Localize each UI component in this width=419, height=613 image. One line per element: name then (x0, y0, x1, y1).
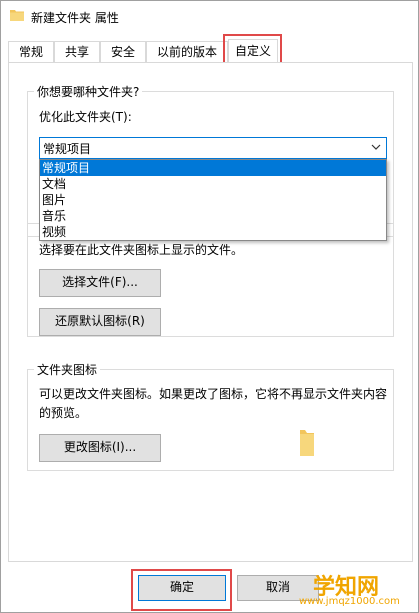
dropdown-option-documents[interactable]: 文档 (40, 176, 386, 192)
folder-icon (10, 10, 24, 21)
tab-sharing[interactable]: 共享 (54, 41, 100, 62)
folder-picture-description: 选择要在此文件夹图标上显示的文件。 (39, 243, 244, 257)
tab-previous-versions[interactable]: 以前的版本 (146, 41, 228, 62)
folder-icon-group-title: 文件夹图标 (34, 361, 101, 378)
folder-type-dropdown: 常规项目 文档 图片 音乐 视频 (39, 159, 387, 241)
folder-type-group-title: 你想要哪种文件夹? (34, 83, 143, 100)
dropdown-option-music[interactable]: 音乐 (40, 208, 386, 224)
customize-panel: 你想要哪种文件夹? 优化此文件夹(T): 常规项目 选择要在此文件夹图标上显示的… (8, 62, 413, 562)
choose-file-button[interactable]: 选择文件(F)... (39, 269, 161, 297)
tab-security[interactable]: 安全 (100, 41, 146, 62)
watermark-url: www.jmqz1000.com (299, 596, 400, 607)
tab-general[interactable]: 常规 (8, 41, 54, 62)
properties-dialog: 新建文件夹 属性 常规 共享 安全 以前的版本 自定义 你想要哪种文件夹? 优化… (0, 0, 419, 613)
tab-strip: 常规 共享 安全 以前的版本 自定义 (8, 39, 412, 63)
dropdown-option-general[interactable]: 常规项目 (40, 160, 386, 176)
dropdown-option-videos[interactable]: 视频 (40, 224, 386, 240)
folder-type-select[interactable]: 常规项目 (39, 137, 387, 159)
ok-button[interactable]: 确定 (138, 575, 226, 601)
optimize-label: 优化此文件夹(T): (39, 110, 132, 124)
tab-customize[interactable]: 自定义 (228, 39, 278, 63)
folder-icon-description: 可以更改文件夹图标。如果更改了图标，它将不再显示文件夹内容的预览。 (39, 387, 388, 420)
window-title: 新建文件夹 属性 (31, 11, 119, 25)
folder-icon (300, 430, 314, 456)
dropdown-option-pictures[interactable]: 图片 (40, 192, 386, 208)
folder-type-selected-value: 常规项目 (43, 142, 92, 156)
restore-default-button[interactable]: 还原默认图标(R) (39, 308, 161, 336)
change-icon-button[interactable]: 更改图标(I)... (39, 434, 161, 462)
chevron-down-icon (371, 144, 381, 150)
title-bar: 新建文件夹 属性 (1, 1, 418, 31)
